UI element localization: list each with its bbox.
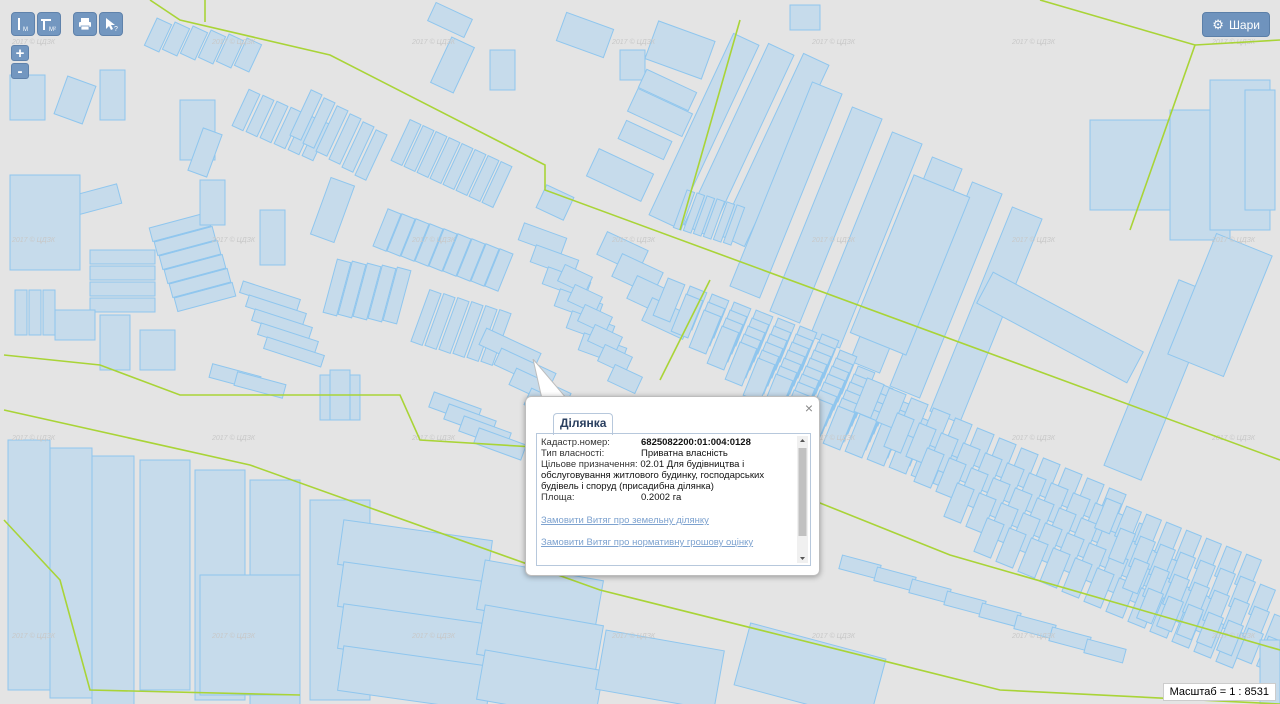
gear-icon: ⚙ (1212, 16, 1224, 32)
field-label: Кадастр.номер: (541, 437, 610, 448)
layers-button-label: Шари (1228, 17, 1260, 32)
watermark: 2017 © ЦДЗК (411, 236, 456, 244)
parcel[interactable] (7, 439, 51, 691)
popup-body: Кадастр.номер: 6825082200:01:004:0128 Ти… (536, 433, 811, 566)
parcel[interactable] (9, 174, 81, 271)
watermark: 2017 © ЦДЗК (611, 38, 656, 46)
zoom-in-button[interactable]: + (11, 45, 29, 61)
layers-button[interactable]: ⚙ Шари (1202, 12, 1270, 37)
popup-scrollbar[interactable] (797, 436, 808, 563)
parcel[interactable] (199, 179, 226, 226)
order-valuation-extract-link[interactable]: Замовити Витяг про нормативну грошову оц… (541, 537, 797, 548)
field-label: Площа: (541, 492, 575, 503)
parcel[interactable] (28, 289, 42, 336)
cadastral-number: 6825082200:01:004:0128 (641, 437, 751, 448)
parcel[interactable] (42, 289, 56, 336)
field-label: Тип власності: (541, 448, 605, 459)
watermark: 2017 © ЦДЗК (211, 632, 256, 640)
cadastral-map[interactable]: 2017 © ЦДЗК 2017 © ЦДЗК 2017 © ЦДЗК 2017 © … (0, 0, 1280, 704)
print-button[interactable] (73, 12, 97, 36)
field-purpose: Цільове призначення: 02.01 Для будівницт… (541, 459, 797, 492)
svg-text:?: ? (114, 26, 118, 32)
parcel[interactable] (489, 49, 516, 91)
pointer-question-icon: ? (106, 18, 118, 32)
watermark: 2017 © ЦДЗК (811, 236, 856, 244)
parcel[interactable] (619, 49, 646, 81)
ruler-m-button[interactable]: M (11, 12, 35, 36)
watermark: 2017 © ЦДЗК (211, 434, 256, 442)
svg-text:M: M (23, 27, 28, 32)
watermark: 2017 © ЦДЗК (11, 632, 56, 640)
field-area: Площа: 0.2002 га (541, 492, 797, 503)
watermark: 2017 © ЦДЗК (411, 38, 456, 46)
svg-text:M²: M² (49, 27, 56, 32)
parcel[interactable] (91, 455, 135, 704)
close-icon[interactable]: × (805, 400, 813, 416)
print-icon (79, 18, 91, 31)
popup-pointer (532, 359, 568, 399)
order-parcel-extract-link[interactable]: Замовити Витяг про земельну ділянку (541, 515, 797, 526)
watermark: 2017 © ЦДЗК (1211, 236, 1256, 244)
parcel[interactable] (89, 297, 156, 313)
parcel[interactable] (14, 289, 28, 336)
area-ruler-icon: M² (41, 19, 56, 32)
area-m2-button[interactable]: M² (37, 12, 61, 36)
parcel[interactable] (139, 329, 176, 371)
parcel[interactable] (89, 249, 156, 265)
parcel-area: 0.2002 га (641, 492, 682, 503)
parcel[interactable] (259, 209, 286, 266)
measure-toolbar: M M² (11, 12, 61, 36)
parcel[interactable] (89, 265, 156, 281)
parcel[interactable] (54, 309, 96, 341)
parcel[interactable] (9, 74, 46, 121)
parcel[interactable] (49, 447, 93, 699)
parcel-details: Кадастр.номер: 6825082200:01:004:0128 Ти… (541, 437, 797, 548)
field-ownership: Тип власності: Приватна власність (541, 448, 797, 459)
ownership-type: Приватна власність (641, 448, 728, 459)
scroll-thumb (798, 448, 807, 536)
watermark: 2017 © ЦДЗК (211, 236, 256, 244)
watermark: 2017 © ЦДЗК (11, 434, 56, 442)
parcel-info-popup: × Ділянка Кадастр.номер: 6825082200:01:0… (525, 396, 820, 576)
parcel[interactable] (139, 459, 191, 691)
watermark: 2017 © ЦДЗК (1011, 632, 1056, 640)
field-cadastral-number: Кадастр.номер: 6825082200:01:004:0128 (541, 437, 797, 448)
utility-toolbar: ? (73, 12, 123, 36)
parcel[interactable] (1244, 89, 1276, 211)
field-label: Цільове призначення: (541, 459, 638, 470)
parcel[interactable] (89, 281, 156, 297)
map-scale: Масштаб = 1 : 8531 (1162, 683, 1276, 701)
watermark: 2017 © ЦДЗК (611, 632, 656, 640)
tab-parcel[interactable]: Ділянка (553, 413, 614, 435)
watermark: 2017 © ЦДЗК (1011, 434, 1056, 442)
watermark: 2017 © ЦДЗК (11, 236, 56, 244)
parcel[interactable] (1089, 119, 1171, 211)
watermark: 2017 © ЦДЗК (811, 38, 856, 46)
zoom-out-button[interactable]: - (11, 63, 29, 79)
watermark: 2017 © ЦДЗК (811, 632, 856, 640)
watermark: 2017 © ЦДЗК (1211, 434, 1256, 442)
ruler-icon: M (18, 18, 28, 32)
watermark: 2017 © ЦДЗК (611, 236, 656, 244)
parcel[interactable] (789, 4, 821, 31)
watermark: 2017 © ЦДЗК (1011, 236, 1056, 244)
watermark: 2017 © ЦДЗК (1011, 38, 1056, 46)
parcel[interactable] (99, 69, 126, 121)
parcel[interactable] (99, 314, 131, 371)
info-pointer-button[interactable]: ? (99, 12, 123, 36)
watermark: 2017 © ЦДЗК (411, 632, 456, 640)
watermark: 2017 © ЦДЗК (211, 38, 256, 46)
